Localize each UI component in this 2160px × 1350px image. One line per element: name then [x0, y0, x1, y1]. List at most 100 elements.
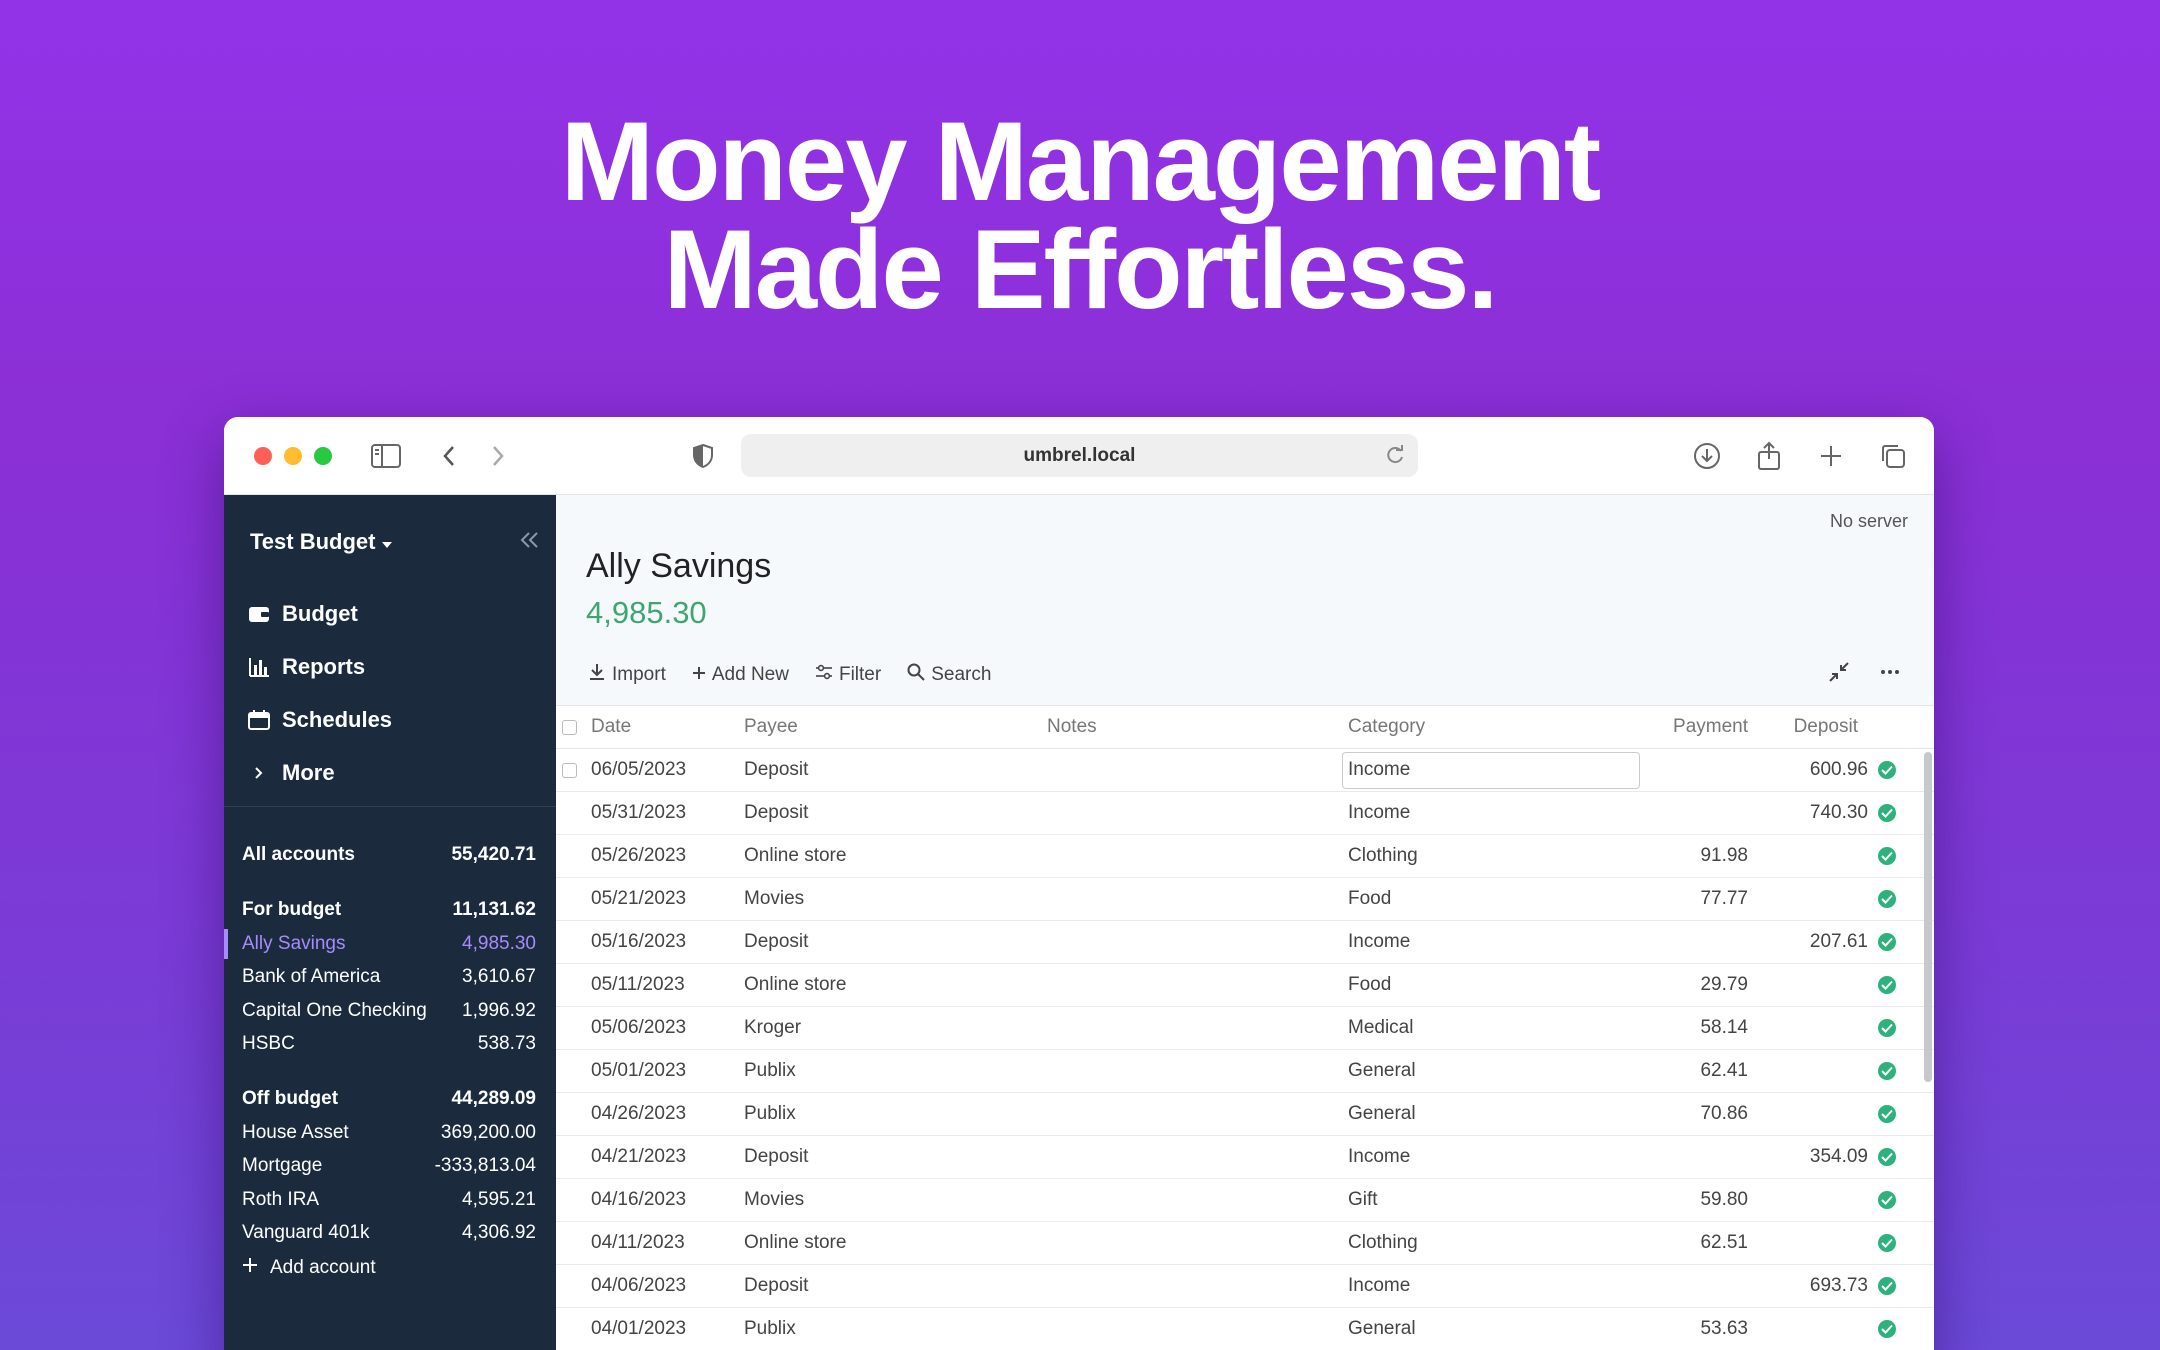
account-hsbc[interactable]: HSBC 538.73: [242, 1029, 536, 1059]
close-window-button[interactable]: [254, 447, 272, 465]
cleared-check-icon[interactable]: [1878, 1062, 1896, 1080]
cell-payment[interactable]: 62.51: [1700, 1232, 1748, 1254]
table-row[interactable]: 05/11/2023 Online store Food 29.79: [556, 964, 1934, 1007]
column-header-payee[interactable]: Payee: [744, 716, 798, 738]
cell-payee[interactable]: Online store: [744, 974, 846, 996]
cell-category[interactable]: General: [1348, 1318, 1416, 1340]
sidebar-item-schedules[interactable]: Schedules: [248, 693, 392, 746]
table-row[interactable]: 05/31/2023 Deposit Income 740.30: [556, 792, 1934, 835]
add-new-button[interactable]: Add New: [692, 663, 789, 687]
cell-date[interactable]: 04/06/2023: [591, 1275, 686, 1297]
cell-payment[interactable]: 77.77: [1700, 888, 1748, 910]
cell-category[interactable]: Income: [1348, 1146, 1410, 1168]
cell-date[interactable]: 05/06/2023: [591, 1017, 686, 1039]
cell-payee[interactable]: Movies: [744, 888, 804, 910]
cell-category[interactable]: Medical: [1348, 1017, 1413, 1039]
cell-payee[interactable]: Online store: [744, 845, 846, 867]
cell-category[interactable]: General: [1348, 1060, 1416, 1082]
cell-payment[interactable]: 29.79: [1700, 974, 1748, 996]
search-button[interactable]: Search: [907, 663, 991, 687]
cell-deposit[interactable]: 600.96: [1810, 759, 1868, 781]
cell-payment[interactable]: 91.98: [1700, 845, 1748, 867]
table-row[interactable]: 04/01/2023 Publix General 53.63: [556, 1308, 1934, 1350]
cell-date[interactable]: 05/31/2023: [591, 802, 686, 824]
cell-date[interactable]: 05/21/2023: [591, 888, 686, 910]
account-bank-of-america[interactable]: Bank of America 3,610.67: [242, 962, 536, 992]
account-vanguard-401k[interactable]: Vanguard 401k 4,306.92: [242, 1218, 536, 1248]
sidebar-toggle-icon[interactable]: [369, 439, 403, 473]
cell-date[interactable]: 04/01/2023: [591, 1318, 686, 1340]
privacy-shield-icon[interactable]: [686, 439, 720, 473]
cell-payee[interactable]: Deposit: [744, 759, 808, 781]
select-all-checkbox[interactable]: [562, 719, 577, 735]
cleared-check-icon[interactable]: [1878, 1277, 1896, 1295]
table-row[interactable]: 06/05/2023 Deposit Income 600.96: [556, 749, 1934, 792]
cell-payee[interactable]: Online store: [744, 1232, 846, 1254]
off-budget-row[interactable]: Off budget 44,289.09: [242, 1084, 536, 1114]
back-icon[interactable]: [432, 439, 466, 473]
column-header-deposit[interactable]: Deposit: [1794, 716, 1858, 738]
cell-category[interactable]: Income: [1348, 759, 1410, 781]
share-icon[interactable]: [1752, 439, 1786, 473]
cleared-check-icon[interactable]: [1878, 1191, 1896, 1209]
row-checkbox[interactable]: [562, 762, 577, 778]
collapse-arrows-icon[interactable]: [1828, 661, 1850, 688]
sidebar-item-budget[interactable]: Budget: [248, 587, 392, 640]
for-budget-row[interactable]: For budget 11,131.62: [242, 895, 536, 925]
cell-payee[interactable]: Kroger: [744, 1017, 801, 1039]
cleared-check-icon[interactable]: [1878, 1105, 1896, 1123]
scrollbar[interactable]: [1924, 752, 1932, 1082]
cell-deposit[interactable]: 740.30: [1810, 802, 1868, 824]
cell-payee[interactable]: Deposit: [744, 931, 808, 953]
cell-date[interactable]: 05/11/2023: [591, 974, 685, 996]
cell-date[interactable]: 05/01/2023: [591, 1060, 686, 1082]
cell-payee[interactable]: Deposit: [744, 1275, 808, 1297]
budget-switcher[interactable]: Test Budget: [250, 529, 393, 555]
account-capital-one-checking[interactable]: Capital One Checking 1,996.92: [242, 996, 536, 1026]
column-header-date[interactable]: Date: [591, 716, 631, 738]
cell-deposit[interactable]: 354.09: [1810, 1146, 1868, 1168]
cell-date[interactable]: 06/05/2023: [591, 759, 686, 781]
cell-category[interactable]: Income: [1348, 1275, 1410, 1297]
table-row[interactable]: 05/21/2023 Movies Food 77.77: [556, 878, 1934, 921]
sidebar-item-reports[interactable]: Reports: [248, 640, 392, 693]
reload-icon[interactable]: [1384, 443, 1406, 473]
table-row[interactable]: 04/06/2023 Deposit Income 693.73: [556, 1265, 1934, 1308]
account-title[interactable]: Ally Savings: [586, 547, 771, 586]
cleared-check-icon[interactable]: [1878, 1019, 1896, 1037]
cell-payee[interactable]: Publix: [744, 1318, 796, 1340]
cell-payment[interactable]: 58.14: [1700, 1017, 1748, 1039]
address-bar[interactable]: umbrel.local: [741, 434, 1418, 477]
cell-payment[interactable]: 70.86: [1700, 1103, 1748, 1125]
column-header-notes[interactable]: Notes: [1047, 716, 1097, 738]
table-row[interactable]: 05/26/2023 Online store Clothing 91.98: [556, 835, 1934, 878]
table-row[interactable]: 04/21/2023 Deposit Income 354.09: [556, 1136, 1934, 1179]
account-roth-ira[interactable]: Roth IRA 4,595.21: [242, 1185, 536, 1215]
table-row[interactable]: 04/16/2023 Movies Gift 59.80: [556, 1179, 1934, 1222]
downloads-icon[interactable]: [1690, 439, 1724, 473]
sidebar-item-more[interactable]: More: [248, 746, 392, 799]
cell-category[interactable]: Gift: [1348, 1189, 1378, 1211]
cell-date[interactable]: 04/16/2023: [591, 1189, 686, 1211]
cell-date[interactable]: 04/26/2023: [591, 1103, 686, 1125]
collapse-sidebar-icon[interactable]: [518, 529, 540, 556]
cell-date[interactable]: 04/11/2023: [591, 1232, 685, 1254]
cell-category[interactable]: Food: [1348, 888, 1391, 910]
add-account-button[interactable]: Add account: [242, 1257, 376, 1279]
new-tab-icon[interactable]: [1814, 439, 1848, 473]
column-header-payment[interactable]: Payment: [1673, 716, 1748, 738]
cell-category[interactable]: Food: [1348, 974, 1391, 996]
table-row[interactable]: 05/16/2023 Deposit Income 207.61: [556, 921, 1934, 964]
cell-payee[interactable]: Deposit: [744, 1146, 808, 1168]
all-accounts-row[interactable]: All accounts 55,420.71: [242, 840, 536, 870]
zoom-window-button[interactable]: [314, 447, 332, 465]
column-header-category[interactable]: Category: [1348, 716, 1425, 738]
minimize-window-button[interactable]: [284, 447, 302, 465]
account-house-asset[interactable]: House Asset 369,200.00: [242, 1118, 536, 1148]
cleared-check-icon[interactable]: [1878, 804, 1896, 822]
account-ally-savings[interactable]: Ally Savings 4,985.30: [242, 929, 536, 959]
filter-button[interactable]: Filter: [815, 663, 881, 687]
cell-category[interactable]: General: [1348, 1103, 1416, 1125]
forward-icon[interactable]: [481, 439, 515, 473]
cell-date[interactable]: 05/26/2023: [591, 845, 686, 867]
